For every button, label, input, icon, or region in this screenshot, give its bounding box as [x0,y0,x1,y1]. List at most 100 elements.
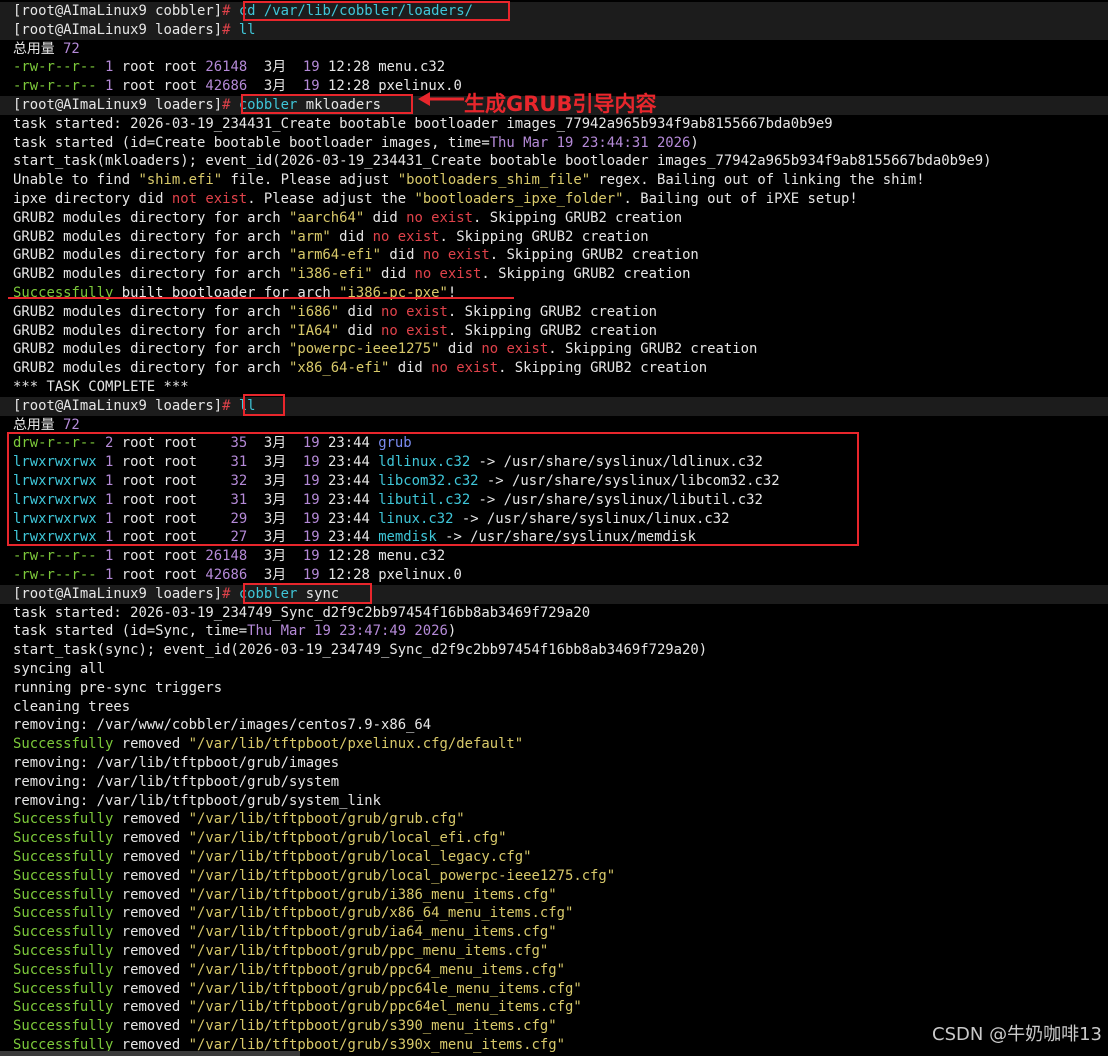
terminal-text-segment: 总用量 [13,416,64,433]
annotation-box-ll-command [243,394,285,416]
terminal-text-segment: Successfully [13,999,114,1016]
terminal-text-segment: *** TASK COMPLETE *** [13,379,189,395]
terminal-text-segment: no exist [481,341,549,358]
terminal-text-segment: ll [238,21,256,38]
terminal-text-segment: [root@AImaLinux9 cobbler] [13,3,223,19]
terminal-line: GRUB2 modules directory for arch "x86_64… [13,359,707,378]
terminal-line: removing: /var/lib/tftpboot/grub/system [13,773,339,792]
terminal-text-segment: "IA64" [288,322,340,339]
terminal-line: GRUB2 modules directory for arch "i386-e… [13,265,690,284]
terminal-text-segment: "/var/lib/tftpboot/grub/i386_menu_items.… [188,886,557,903]
terminal-text-segment: "arm64-efi" [288,247,381,264]
terminal-window[interactable]: [root@AImaLinux9 cobbler]# cd /var/lib/c… [0,0,1108,1056]
terminal-text-segment: # [222,97,239,113]
terminal-text-segment: GRUB2 modules directory for arch [13,341,289,358]
terminal-line: Successfully removed "/var/lib/tftpboot/… [13,980,582,999]
terminal-text-segment: start_task(sync); event_id(2026-03-19_23… [13,642,708,659]
terminal-text-segment: # [222,3,239,19]
terminal-text-segment: 3月 [247,567,303,583]
terminal-text-segment: . Please adjust the [247,191,415,207]
terminal-line: Successfully removed "/var/lib/tftpboot/… [13,848,532,867]
terminal-line: removing: /var/lib/tftpboot/grub/images [13,754,339,773]
terminal-text-segment: ) [690,134,699,151]
terminal-line: Successfully removed "/var/lib/tftpboot/… [13,942,548,961]
annotation-label: 生成GRUB引导内容 [464,92,657,116]
terminal-text-segment: 72 [63,416,80,433]
terminal-text-segment: removed [113,924,189,941]
terminal-line: ipxe directory did not exist. Please adj… [13,190,858,209]
terminal-text-segment: 19 [302,567,320,583]
terminal-line: Successfully removed "/var/lib/tftpboot/… [13,810,465,829]
terminal-text-segment: "/var/lib/tftpboot/grub/local_legacy.cfg… [188,849,532,865]
terminal-text-segment: file. Please adjust [222,172,398,189]
terminal-text-segment: removed [113,980,189,997]
terminal-text-segment: : [113,115,131,132]
terminal-text-segment: removed [113,905,189,922]
terminal-text-segment: removed [113,999,189,1016]
terminal-text-segment: no exist [381,303,448,320]
terminal-line: -rw-r--r-- 1 root root 26148 3月 19 12:28… [13,58,445,77]
terminal-text-segment: Successfully [13,867,114,884]
terminal-text-segment: . Skipping GRUB2 creation [481,266,691,283]
terminal-text-segment: Successfully [13,736,114,753]
terminal-prompt-line: [root@AImaLinux9 loaders]# cobbler sync [0,584,1108,604]
terminal-text-segment: no exist [422,247,490,264]
terminal-text-segment: "/var/lib/tftpboot/grub/ppc64le_menu_ite… [188,980,582,997]
terminal-text-segment: removed [113,830,189,847]
terminal-text-segment: -rw-r--r-- [13,548,97,565]
terminal-text-segment: 42686 [205,78,248,95]
terminal-text-segment: 26148 [205,548,248,565]
terminal-text-segment: GRUB2 modules directory for arch [13,303,289,320]
terminal-text-segment: 1 [96,567,122,583]
terminal-text-segment: Unable to find [13,172,139,189]
terminal-text-segment: removing: /var/lib/tftpboot/grub/images [13,755,340,771]
terminal-text-segment: removed [113,943,189,959]
terminal-text-segment: task started (id=Sync, time= [13,623,248,640]
terminal-text-segment: 2026-03-19_234749_Sync_d2f9c2bb97454f16b… [130,604,591,621]
terminal-text-segment: "/var/lib/tftpboot/grub/x86_64_menu_item… [188,905,574,922]
terminal-line: Successfully removed "/var/lib/tftpboot/… [13,1017,557,1036]
terminal-line: removing: /var/www/cobbler/images/centos… [13,716,431,735]
terminal-text-segment: [root@AImaLinux9 loaders] [13,397,223,414]
terminal-line: task started: 2026-03-19_234431_Create b… [13,115,833,134]
terminal-text-segment: Successfully [13,943,114,959]
terminal-text-segment: did [339,303,381,320]
terminal-text-segment: regex. Bailing out of linking the shim! [590,172,925,189]
terminal-text-segment: "/var/lib/tftpboot/grub/ppc64el_menu_ite… [188,999,582,1016]
terminal-text-segment: Successfully [13,830,114,847]
terminal-text-segment: 19 [302,59,320,76]
terminal-text-segment: GRUB2 modules directory for arch [13,322,289,339]
terminal-text-segment: Successfully [13,905,114,922]
terminal-text-segment: . Skipping GRUB2 creation [498,360,708,377]
terminal-text-segment: removed [113,961,189,978]
terminal-text-segment: "x86_64-efi" [288,360,390,377]
terminal-text-segment: Successfully [13,886,114,903]
terminal-line: GRUB2 modules directory for arch "arm" d… [13,228,649,247]
terminal-line: GRUB2 modules directory for arch "i686" … [13,303,657,322]
terminal-text-segment: "i386-efi" [288,266,373,283]
terminal-text-segment: removed [113,811,189,828]
terminal-text-segment: no exist [414,266,482,283]
terminal-line: Unable to find "shim.efi" file. Please a… [13,171,925,190]
terminal-text-segment: # [222,585,239,602]
terminal-text-segment: 总用量 [13,40,64,57]
terminal-text-segment: no exist [372,228,440,245]
terminal-line: removing: /var/lib/tftpboot/grub/system_… [13,792,381,811]
terminal-text-segment: root root [121,59,206,76]
horizontal-scrollbar[interactable] [0,1051,300,1056]
terminal-text-segment: "arm" [288,228,331,245]
terminal-text-segment: 3月 [247,78,303,95]
terminal-line: GRUB2 modules directory for arch "arm64-… [13,246,699,265]
terminal-text-segment: "bootloaders_ipxe_folder" [414,191,624,207]
terminal-text-segment: . Skipping GRUB2 creation [439,228,649,245]
terminal-line: task started (id=Create bootable bootloa… [13,134,699,153]
terminal-text-segment: ) [447,623,457,640]
terminal-text-segment: did [364,209,407,226]
terminal-text-segment: 12:28 pxelinux.0 [319,567,462,583]
annotation-box-mkloaders-command [241,94,413,114]
terminal-text-segment: GRUB2 modules directory for arch [13,360,289,377]
terminal-text-segment: . Skipping GRUB2 creation [447,322,657,339]
terminal-text-segment: "powerpc-ieee1275" [288,341,440,358]
terminal-text-segment: removed [113,886,189,903]
terminal-text-segment: "bootloaders_shim_file" [397,172,591,189]
